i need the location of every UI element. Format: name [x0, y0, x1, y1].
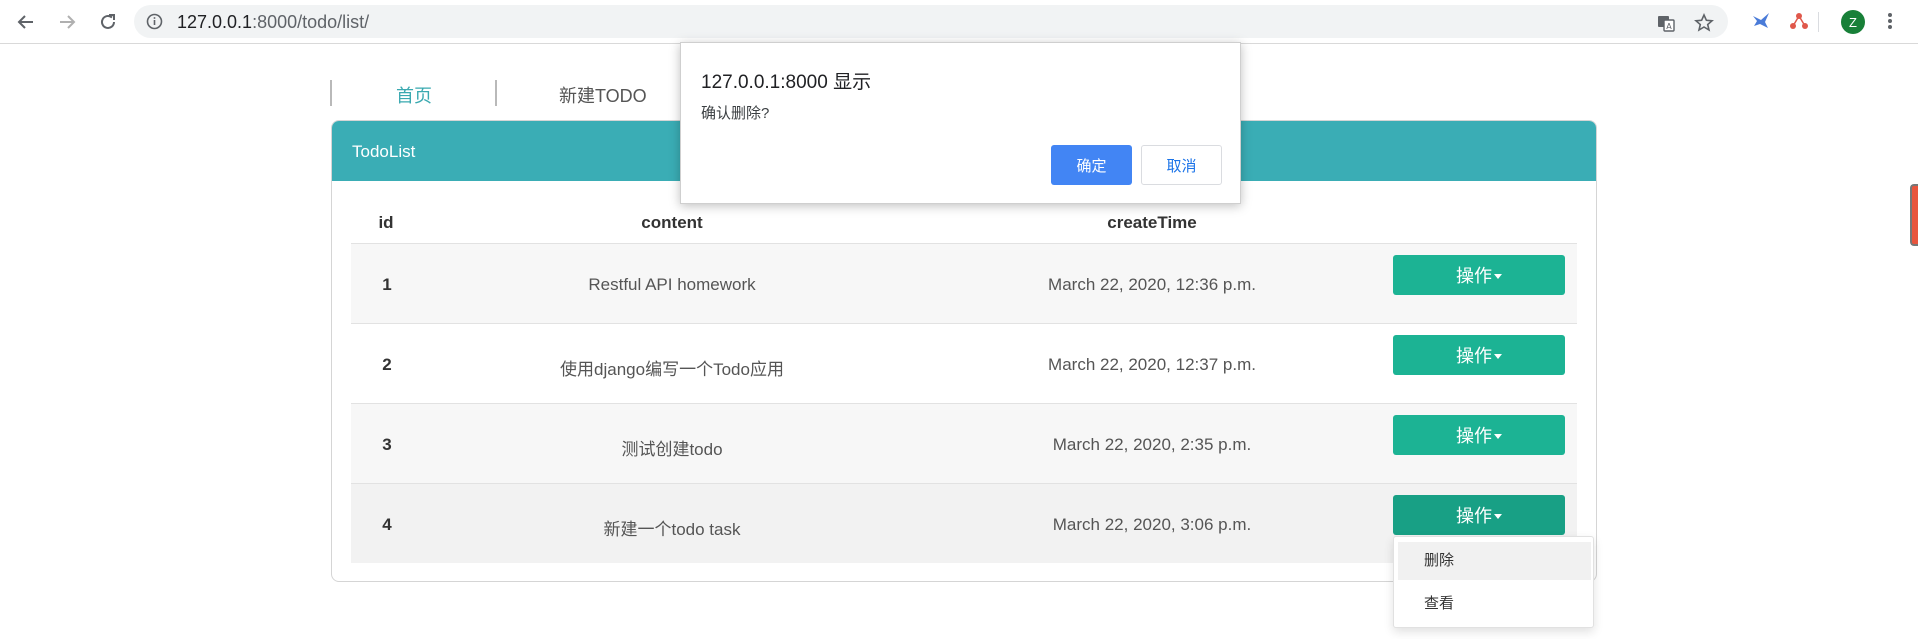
extension-network-icon[interactable] [1788, 10, 1810, 32]
row-content: 新建一个todo task [603, 520, 741, 539]
caret-down-icon [1494, 353, 1502, 359]
row-id: 1 [382, 275, 392, 294]
table-row: 2 使用django编写一个Todo应用 March 22, 2020, 12:… [351, 323, 1577, 403]
table-row: 3 测试创建todo March 22, 2020, 2:35 p.m. 操作 [351, 403, 1577, 483]
nav-divider [330, 80, 332, 106]
reload-icon[interactable] [94, 8, 122, 36]
scrollbar-thumb[interactable] [1910, 184, 1918, 246]
browser-toolbar: 127.0.0.1:8000/todo/list/ A Z [0, 0, 1918, 44]
address-bar[interactable]: 127.0.0.1:8000/todo/list/ A [134, 5, 1728, 38]
nav-divider [495, 80, 497, 106]
table-row: 1 Restful API homework March 22, 2020, 1… [351, 243, 1577, 323]
menu-kebab-icon[interactable] [1884, 10, 1896, 32]
back-icon[interactable] [12, 8, 40, 36]
column-header-createtime: createTime [1107, 213, 1197, 232]
row-content: 测试创建todo [621, 440, 723, 459]
row-content: 使用django编写一个Todo应用 [560, 360, 784, 379]
profile-avatar[interactable]: Z [1841, 10, 1865, 34]
column-header-content: content [641, 213, 703, 232]
toolbar-divider [1818, 12, 1819, 32]
extension-bird-icon[interactable] [1750, 10, 1772, 32]
caret-down-icon [1494, 433, 1502, 439]
action-button[interactable]: 操作 [1393, 495, 1565, 535]
row-id: 4 [382, 515, 392, 534]
dialog-ok-button[interactable]: 确定 [1051, 145, 1132, 185]
row-create-time: March 22, 2020, 3:06 p.m. [1052, 515, 1252, 534]
caret-down-icon [1494, 273, 1502, 279]
dialog-title: 127.0.0.1:8000 显示 [701, 72, 872, 93]
nav-home-link[interactable]: 首页 [396, 82, 432, 108]
bookmark-star-icon[interactable] [1694, 13, 1714, 33]
translate-icon[interactable]: A [1656, 13, 1676, 33]
row-create-time: March 22, 2020, 12:37 p.m. [1048, 355, 1256, 374]
dialog-message: 确认删除? [701, 105, 770, 122]
column-header-id: id [378, 213, 394, 232]
site-info-icon[interactable] [146, 13, 163, 30]
row-create-time: March 22, 2020, 2:35 p.m. [1052, 435, 1252, 454]
menu-item-view[interactable]: 查看 [1398, 585, 1591, 623]
caret-down-icon [1494, 513, 1502, 519]
row-id: 2 [382, 355, 392, 374]
forward-icon[interactable] [53, 8, 81, 36]
dialog-cancel-button[interactable]: 取消 [1141, 145, 1222, 185]
row-create-time: March 22, 2020, 12:36 p.m. [1048, 275, 1256, 294]
svg-text:A: A [1666, 22, 1672, 31]
row-id: 3 [382, 435, 392, 454]
action-button[interactable]: 操作 [1393, 415, 1565, 455]
nav-new-todo-link[interactable]: 新建TODO [559, 82, 647, 108]
url-text: 127.0.0.1:8000/todo/list/ [177, 12, 370, 32]
action-button[interactable]: 操作 [1393, 255, 1565, 295]
action-button[interactable]: 操作 [1393, 335, 1565, 375]
confirm-dialog: 127.0.0.1:8000 显示 确认删除? 确定 取消 [680, 42, 1241, 204]
menu-item-delete[interactable]: 删除 [1398, 542, 1591, 580]
panel-title: TodoList [352, 142, 416, 161]
row-content: Restful API homework [588, 275, 756, 294]
action-dropdown-menu: 删除 查看 [1393, 536, 1594, 628]
